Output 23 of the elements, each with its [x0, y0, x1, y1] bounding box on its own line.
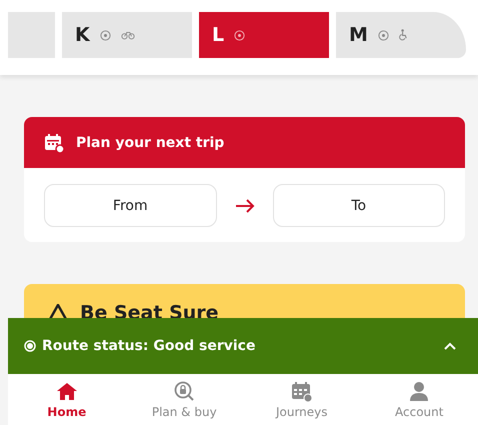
line-letter: K: [75, 24, 90, 46]
nav-tab[interactable]: Home: [16, 374, 117, 425]
card-title: Plan your next trip: [76, 134, 224, 150]
status-bar[interactable]: Route status: Good service: [8, 318, 478, 374]
arrow-icon: [234, 198, 254, 212]
line-tab[interactable]: L: [199, 12, 329, 58]
search-icon: [173, 380, 196, 402]
line-tab[interactable]: M: [336, 12, 466, 58]
radio-icon: [24, 340, 36, 352]
status-text: Route status: Good service: [42, 338, 256, 354]
nav-tab[interactable]: Plan & buy: [134, 374, 234, 425]
to-button[interactable]: To: [272, 184, 445, 227]
line-letter: M: [349, 24, 368, 46]
line-letter: L: [212, 24, 224, 46]
from-button[interactable]: From: [44, 184, 216, 227]
line-tab[interactable]: K: [62, 12, 192, 58]
nav-tab[interactable]: Account: [369, 374, 470, 425]
home-icon: [56, 380, 78, 402]
calendar-icon: [44, 132, 64, 152]
chevron-icon[interactable]: [444, 342, 456, 350]
nav-tab[interactable]: Journeys: [252, 374, 352, 425]
calendar-icon: [290, 380, 313, 402]
person-icon: [408, 380, 430, 402]
